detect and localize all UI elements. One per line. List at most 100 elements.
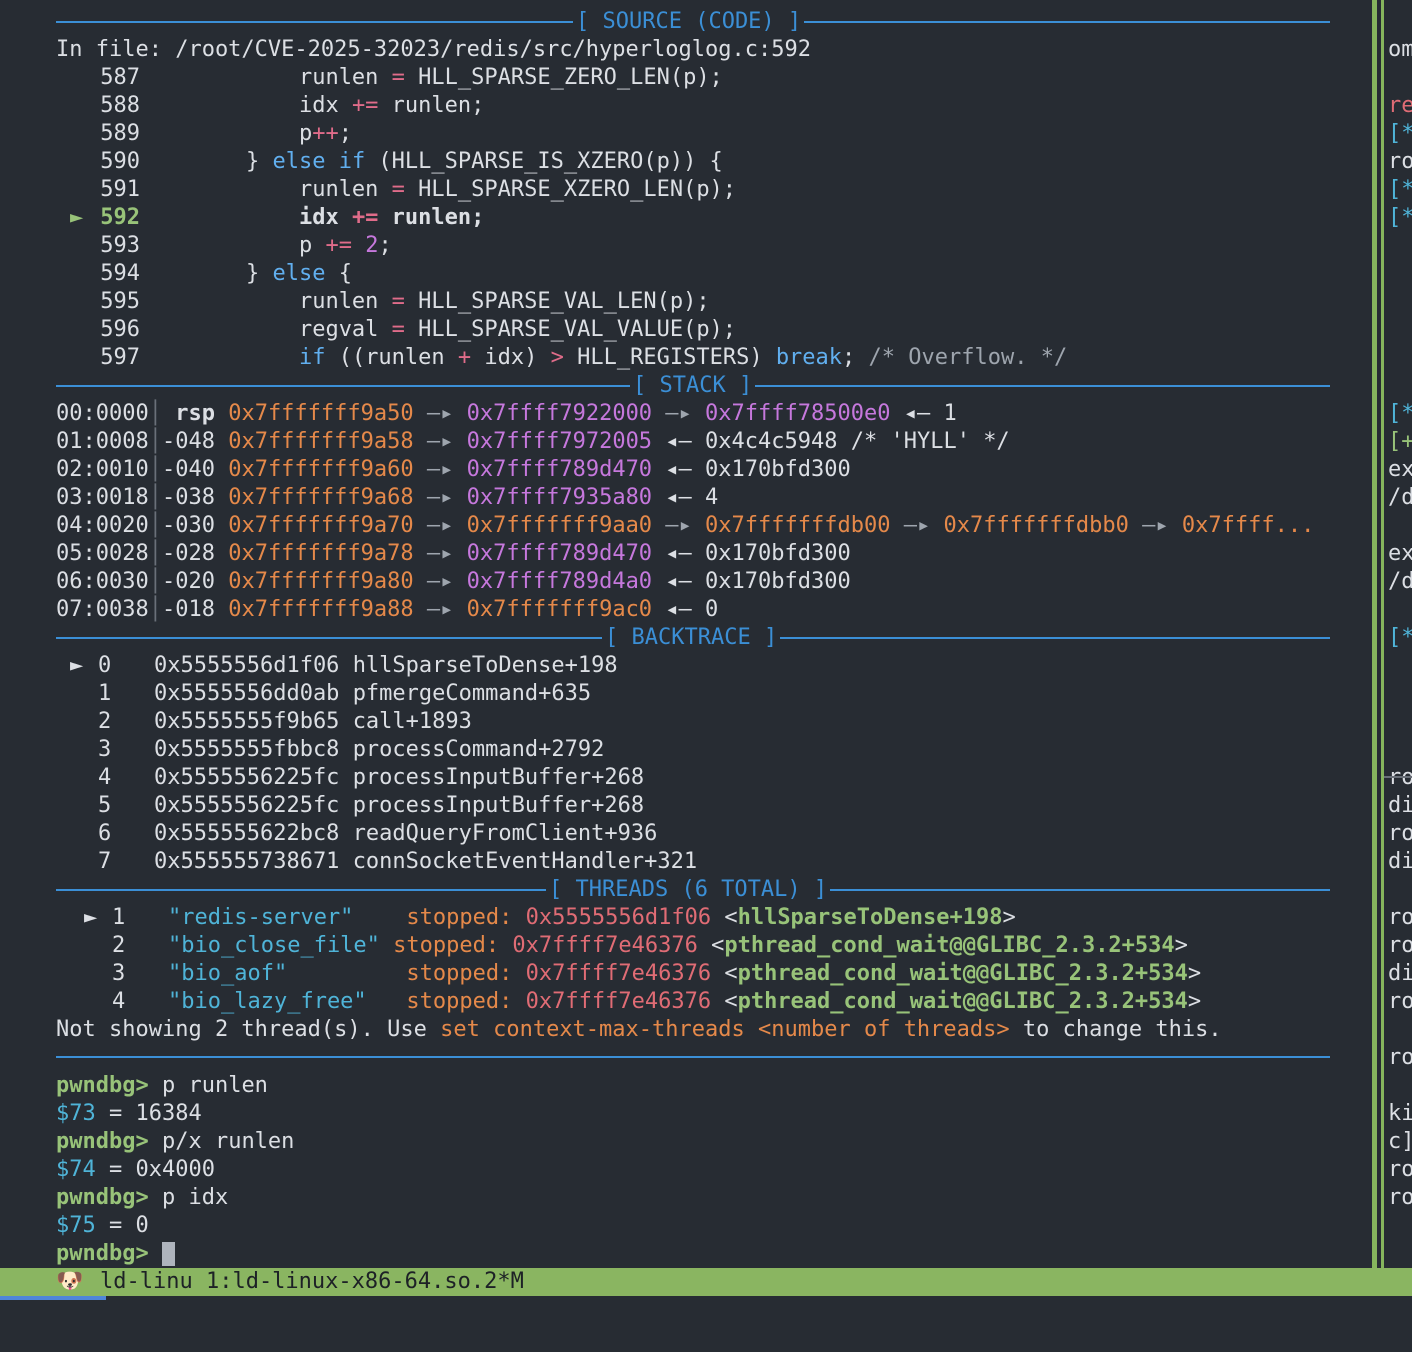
current-line-marker xyxy=(70,176,84,204)
backtrace-frame: 1 0x5555556dd0ab pfmergeCommand+635 xyxy=(56,680,591,708)
threads-note-command: set context-max-threads <number of threa… xyxy=(440,1017,1010,1042)
frame-address: 0x555555738671 xyxy=(154,849,340,874)
right-pane-text: ro xyxy=(1388,989,1412,1014)
console-output: $75 = 0 xyxy=(56,1212,149,1240)
right-terminal-pane[interactable]: om re [* ro [* [* [* [+ ex/d ex/d [* ro di ro di ro ro di… xyxy=(1386,0,1412,1268)
console-command: pwndbg> p idx xyxy=(56,1184,228,1212)
pane-separator[interactable] xyxy=(1372,0,1377,1268)
line-code: runlen = HLL_SPARSE_ZERO_LEN(p); xyxy=(298,65,723,90)
line-number: 590 xyxy=(100,149,140,174)
frame-number: 4 xyxy=(98,765,112,790)
stack-separator: │ xyxy=(148,513,162,538)
debugger-pane: [ SOURCE (CODE) ] In file: /root/CVE-202… xyxy=(0,0,1370,1268)
command-text: p/x runlen xyxy=(161,1129,295,1154)
backtrace-frame: 2 0x5555555f9b65 call+1893 xyxy=(56,708,472,736)
stack-index: 02:0010 xyxy=(56,457,149,482)
source-line: ► 592 idx += runlen; xyxy=(56,204,484,232)
stack-offset: -038 xyxy=(161,485,229,510)
line-code: p += 2; xyxy=(298,233,392,258)
threads-note: Not showing 2 thread(s). Use set context… xyxy=(56,1017,1222,1042)
line-code: runlen = HLL_SPARSE_VAL_LEN(p); xyxy=(298,289,710,314)
thread-symbol: pthread_cond_wait@@GLIBC_2.3.2+534 xyxy=(737,961,1188,986)
stack-index: 00:0000 xyxy=(56,401,149,426)
pwndbg-prompt: pwndbg> xyxy=(56,1185,162,1210)
right-pane-text: /d xyxy=(1388,485,1412,510)
stack-offset: -040 xyxy=(161,457,229,482)
frame-symbol: connSocketEventHandler+321 xyxy=(352,849,698,874)
tmux-window-label[interactable]: ld-linu 1:ld-linux-x86-64.so.2*M xyxy=(100,1268,524,1296)
stack-row: 05:0028│-028 0x7fffffff9a78 —▸ 0x7ffff78… xyxy=(56,541,851,566)
stack-offset: -020 xyxy=(161,569,229,594)
line-code: idx += runlen; xyxy=(298,205,485,230)
thread-marker xyxy=(84,988,112,1016)
threads-header: [ THREADS (6 TOTAL) ] xyxy=(56,876,1330,904)
stack-row: 06:0030│-020 0x7fffffff9a80 —▸ 0x7ffff78… xyxy=(56,569,851,594)
stack-index: 06:0030 xyxy=(56,569,149,594)
threads-header-title: [ THREADS (6 TOTAL) ] xyxy=(546,876,831,904)
frame-number: 1 xyxy=(98,681,112,706)
right-pane-text: ro xyxy=(1388,933,1412,958)
backtrace-frame: 5 0x5555556225fc processInputBuffer+268 xyxy=(56,792,644,820)
right-pane-text: ro xyxy=(1388,1185,1412,1210)
command-text: p runlen xyxy=(161,1073,268,1098)
thread-symbol: pthread_cond_wait@@GLIBC_2.3.2+534 xyxy=(724,933,1175,958)
right-pane-text: re xyxy=(1388,93,1412,118)
stack-row: 01:0008│-048 0x7fffffff9a58 —▸ 0x7ffff79… xyxy=(56,429,1010,454)
frame-address: 0x5555555f9b65 xyxy=(154,709,340,734)
stack-offset: -018 xyxy=(161,597,229,622)
right-pane-text: ro xyxy=(1388,765,1412,790)
frame-address: 0x5555555fbbc8 xyxy=(154,737,340,762)
source-line: 588 idx += runlen; xyxy=(56,92,484,120)
value-history-var: $73 xyxy=(56,1101,96,1126)
thread-number: 2 xyxy=(112,933,126,958)
thread-marker: ► xyxy=(84,905,98,930)
line-number: 587 xyxy=(100,65,140,90)
source-line: 587 runlen = HLL_SPARSE_ZERO_LEN(p); xyxy=(56,64,723,92)
source-line: 590 } else if (HLL_SPARSE_IS_XZERO(p)) { xyxy=(56,148,723,176)
source-header: [ SOURCE (CODE) ] xyxy=(56,8,1330,36)
stack-separator: │ xyxy=(148,485,162,510)
right-pane-text: ro xyxy=(1388,1045,1412,1070)
thread-address: 0x7ffff7e46376 xyxy=(525,961,712,986)
frame-symbol: processInputBuffer+268 xyxy=(352,793,645,818)
right-pane-text: ki xyxy=(1388,1101,1412,1126)
stack-offset: -030 xyxy=(161,513,229,538)
console-command[interactable]: pwndbg> xyxy=(56,1240,175,1268)
frame-symbol: readQueryFromClient+936 xyxy=(352,821,658,846)
right-pane-text: di xyxy=(1388,849,1412,874)
backtrace-frame: 3 0x5555555fbbc8 processCommand+2792 xyxy=(56,736,604,764)
backtrace-frame: 7 0x555555738671 connSocketEventHandler+3… xyxy=(56,848,697,876)
frame-number: 3 xyxy=(98,737,112,762)
console-command: pwndbg> p/x runlen xyxy=(56,1128,294,1156)
thread-symbol: pthread_cond_wait@@GLIBC_2.3.2+534 xyxy=(737,989,1188,1014)
thread-number: 1 xyxy=(112,905,126,930)
stack-offset: -048 xyxy=(161,429,229,454)
thread-symbol: hllSparseToDense+198 xyxy=(737,905,1003,930)
stack-offset: -028 xyxy=(161,541,229,566)
stack-header: [ STACK ] xyxy=(56,372,1330,400)
right-pane-text: di xyxy=(1388,961,1412,986)
stack-row: 03:0018│-038 0x7fffffff9a68 —▸ 0x7ffff79… xyxy=(56,485,719,510)
stack-separator: │ xyxy=(148,457,162,482)
console-command: pwndbg> p runlen xyxy=(56,1072,268,1100)
stack-index: 04:0020 xyxy=(56,513,149,538)
thread-state: stopped: xyxy=(393,933,500,958)
current-line-marker xyxy=(70,64,84,92)
stack-index: 07:0038 xyxy=(56,597,149,622)
source-line: 597 if ((runlen + idx) > HLL_REGISTERS) … xyxy=(56,344,1067,372)
source-header-title: [ SOURCE (CODE) ] xyxy=(573,8,805,36)
value-result: = 0x4000 xyxy=(95,1157,215,1182)
frame-marker xyxy=(70,680,98,708)
current-line-marker xyxy=(70,260,84,288)
current-line-marker xyxy=(70,344,84,372)
thread-address: 0x7ffff7e46376 xyxy=(512,933,698,958)
pwndbg-prompt: pwndbg> xyxy=(56,1241,162,1266)
current-line-marker: ► xyxy=(70,205,84,230)
line-code: idx += runlen; xyxy=(298,93,485,118)
line-number: 593 xyxy=(100,233,140,258)
frame-number: 0 xyxy=(98,653,112,678)
stack-separator: │ xyxy=(148,429,162,454)
line-code: regval = HLL_SPARSE_VAL_VALUE(p); xyxy=(298,317,737,342)
source-line: 589 p++; xyxy=(56,120,352,148)
console-output: $74 = 0x4000 xyxy=(56,1156,215,1184)
